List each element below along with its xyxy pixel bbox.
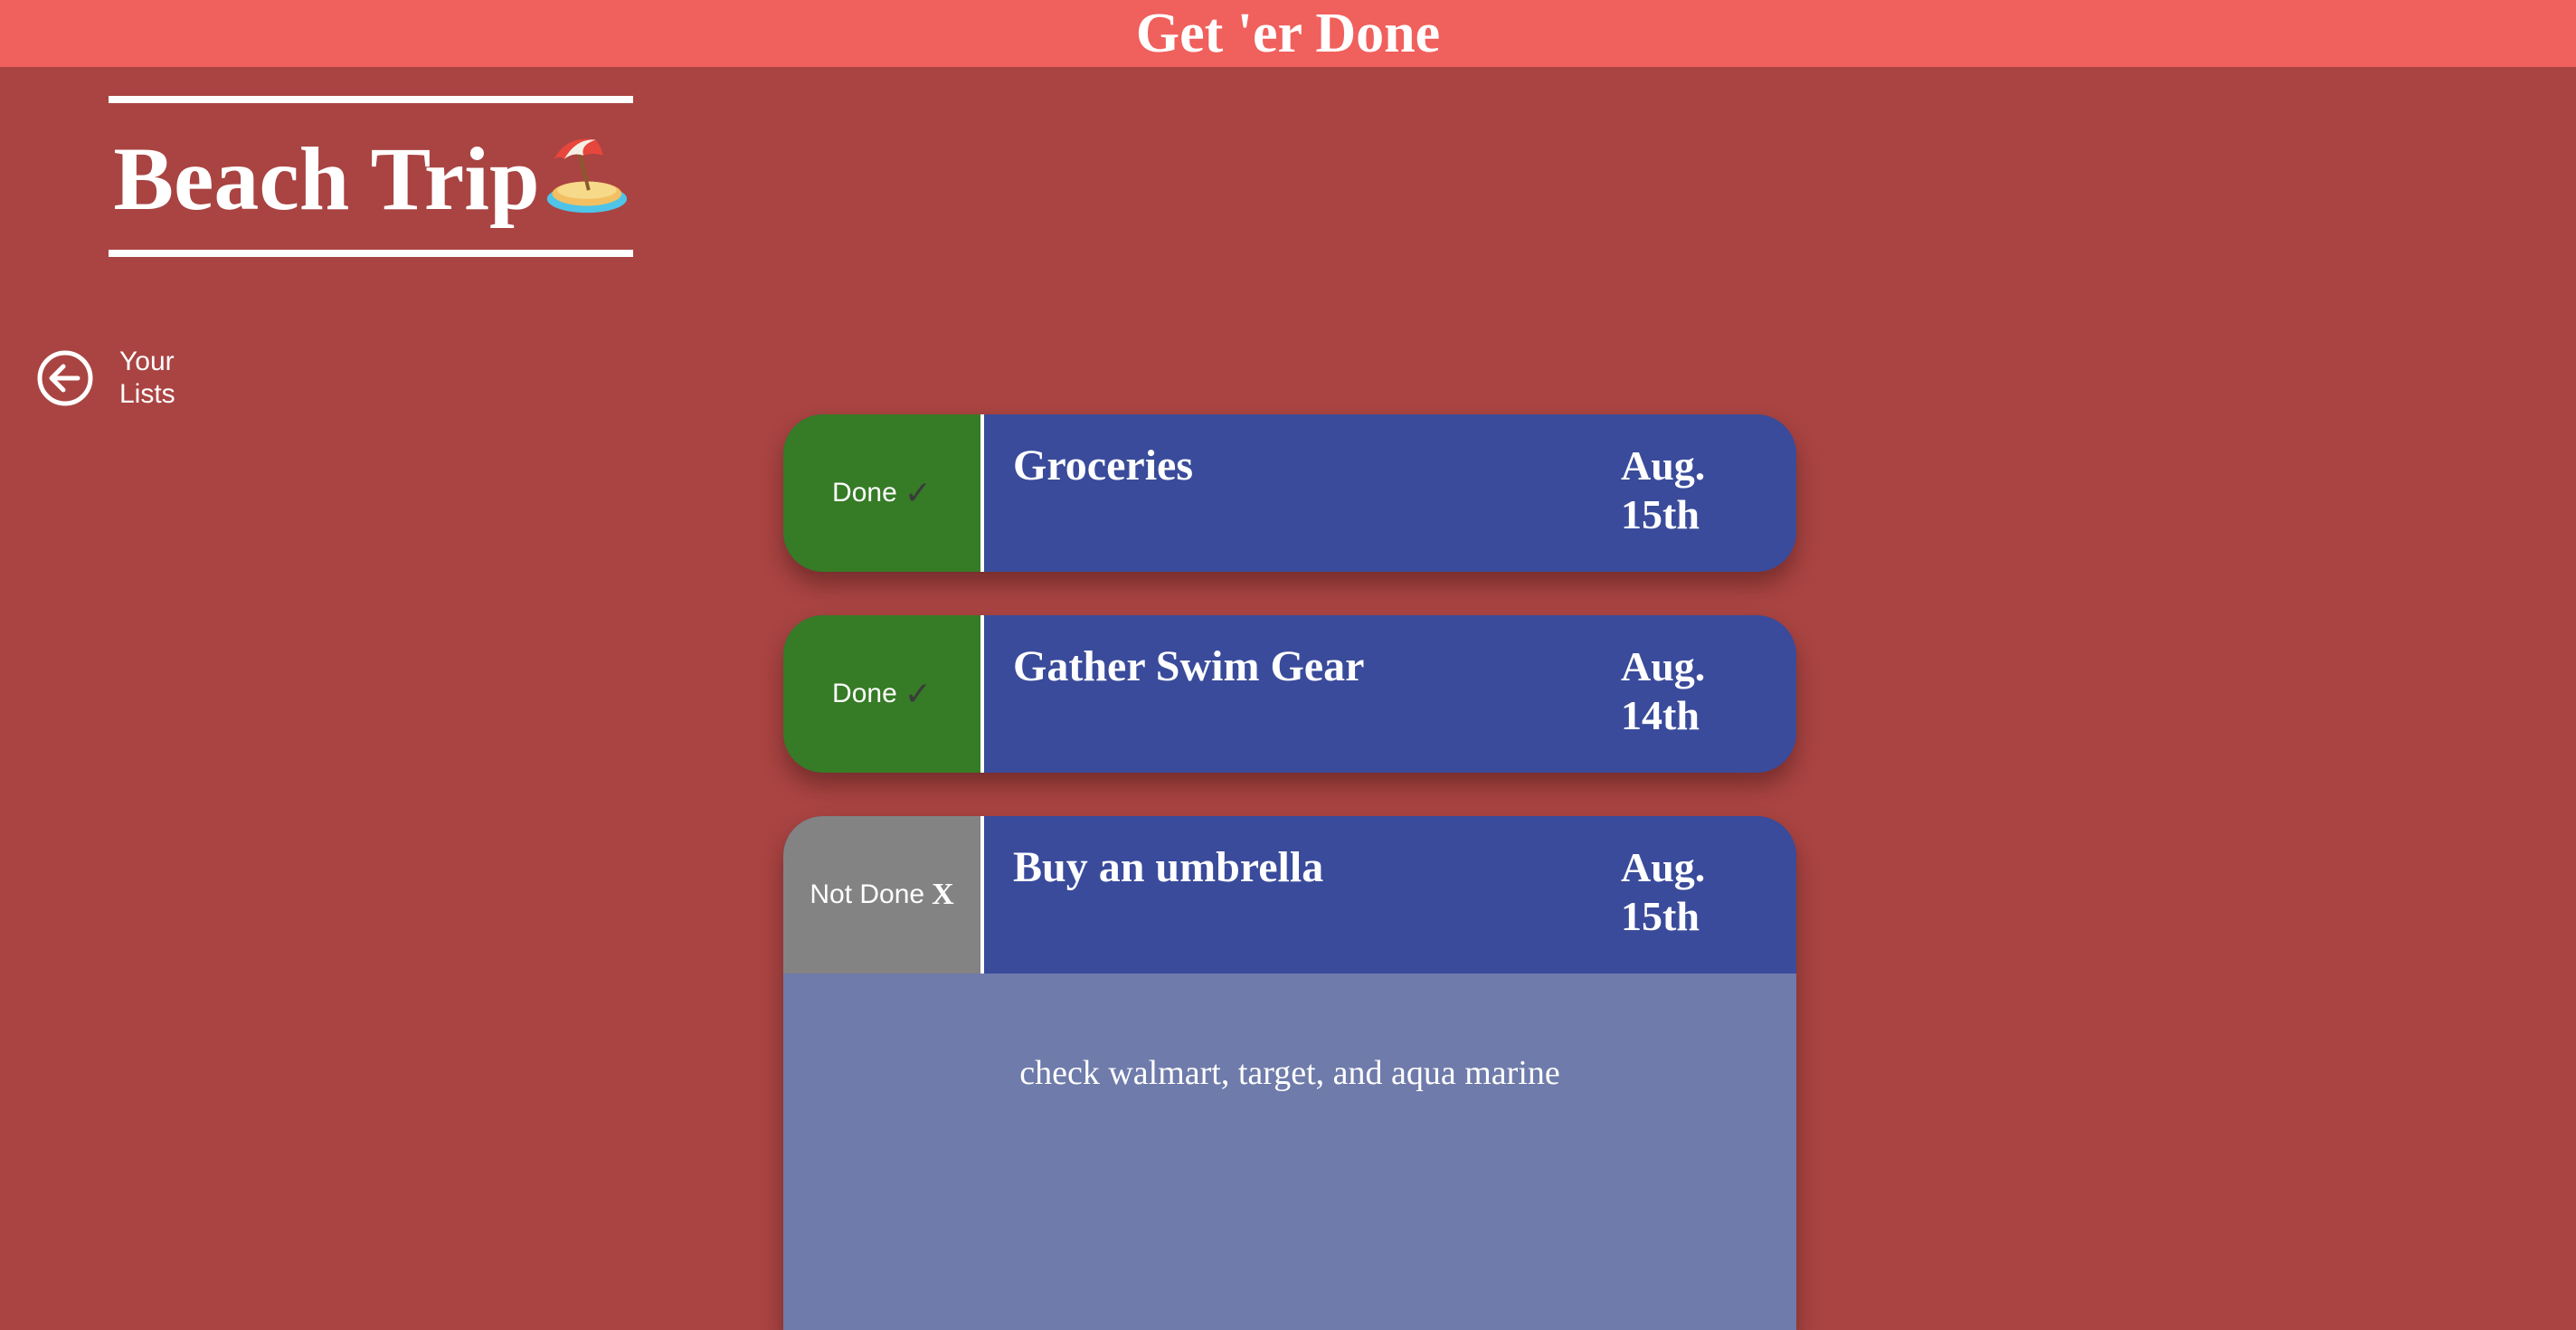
status-toggle-not-done[interactable]: Not Done X (783, 816, 984, 974)
check-icon: ✓ (904, 474, 932, 511)
status-label: Done (832, 478, 897, 508)
arrow-left-circle-icon[interactable] (36, 349, 94, 407)
status-label: Not Done (810, 879, 925, 909)
task-card: Done ✓ Groceries Aug. 15th (783, 414, 1796, 572)
task-name: Groceries (1013, 442, 1194, 489)
x-icon: X (932, 878, 954, 911)
beach-umbrella-island-icon (546, 138, 627, 213)
app-title: Get 'er Done (1135, 3, 1441, 64)
list-title-text: Beach Trip (113, 128, 540, 229)
task-name: Buy an umbrella (1013, 843, 1324, 891)
list-title-block: Beach Trip (109, 96, 633, 257)
task-main[interactable]: Gather Swim Gear Aug. 14th (984, 615, 1796, 773)
task-card: Done ✓ Gather Swim Gear Aug. 14th (783, 615, 1796, 773)
task-card-expanded: Not Done X Buy an umbrella Aug. 15th che… (783, 816, 1796, 1330)
status-toggle-done[interactable]: Done ✓ (783, 414, 984, 572)
task-row: Done ✓ Gather Swim Gear Aug. 14th (783, 615, 1796, 773)
back-to-lists-link[interactable]: Your Lists (36, 346, 201, 411)
task-name: Gather Swim Gear (1013, 642, 1365, 690)
task-due-date: Aug. 15th (1621, 844, 1706, 939)
back-link-label[interactable]: Your Lists (119, 346, 201, 411)
status-toggle-done[interactable]: Done ✓ (783, 615, 984, 773)
task-row: Not Done X Buy an umbrella Aug. 15th (783, 816, 1796, 974)
task-details: check walmart, target, and aqua marine (783, 974, 1796, 1330)
task-row: Done ✓ Groceries Aug. 15th (783, 414, 1796, 572)
task-details-text: check walmart, target, and aqua marine (1019, 1054, 1560, 1092)
status-label: Done (832, 679, 897, 708)
task-due-date: Aug. 14th (1621, 643, 1706, 738)
check-icon: ✓ (904, 675, 932, 712)
list-title: Beach Trip (113, 129, 628, 224)
task-main[interactable]: Groceries Aug. 15th (984, 414, 1796, 572)
app-header: Get 'er Done (0, 0, 2576, 67)
task-due-date: Aug. 15th (1621, 442, 1706, 537)
task-main[interactable]: Buy an umbrella Aug. 15th (984, 816, 1796, 974)
